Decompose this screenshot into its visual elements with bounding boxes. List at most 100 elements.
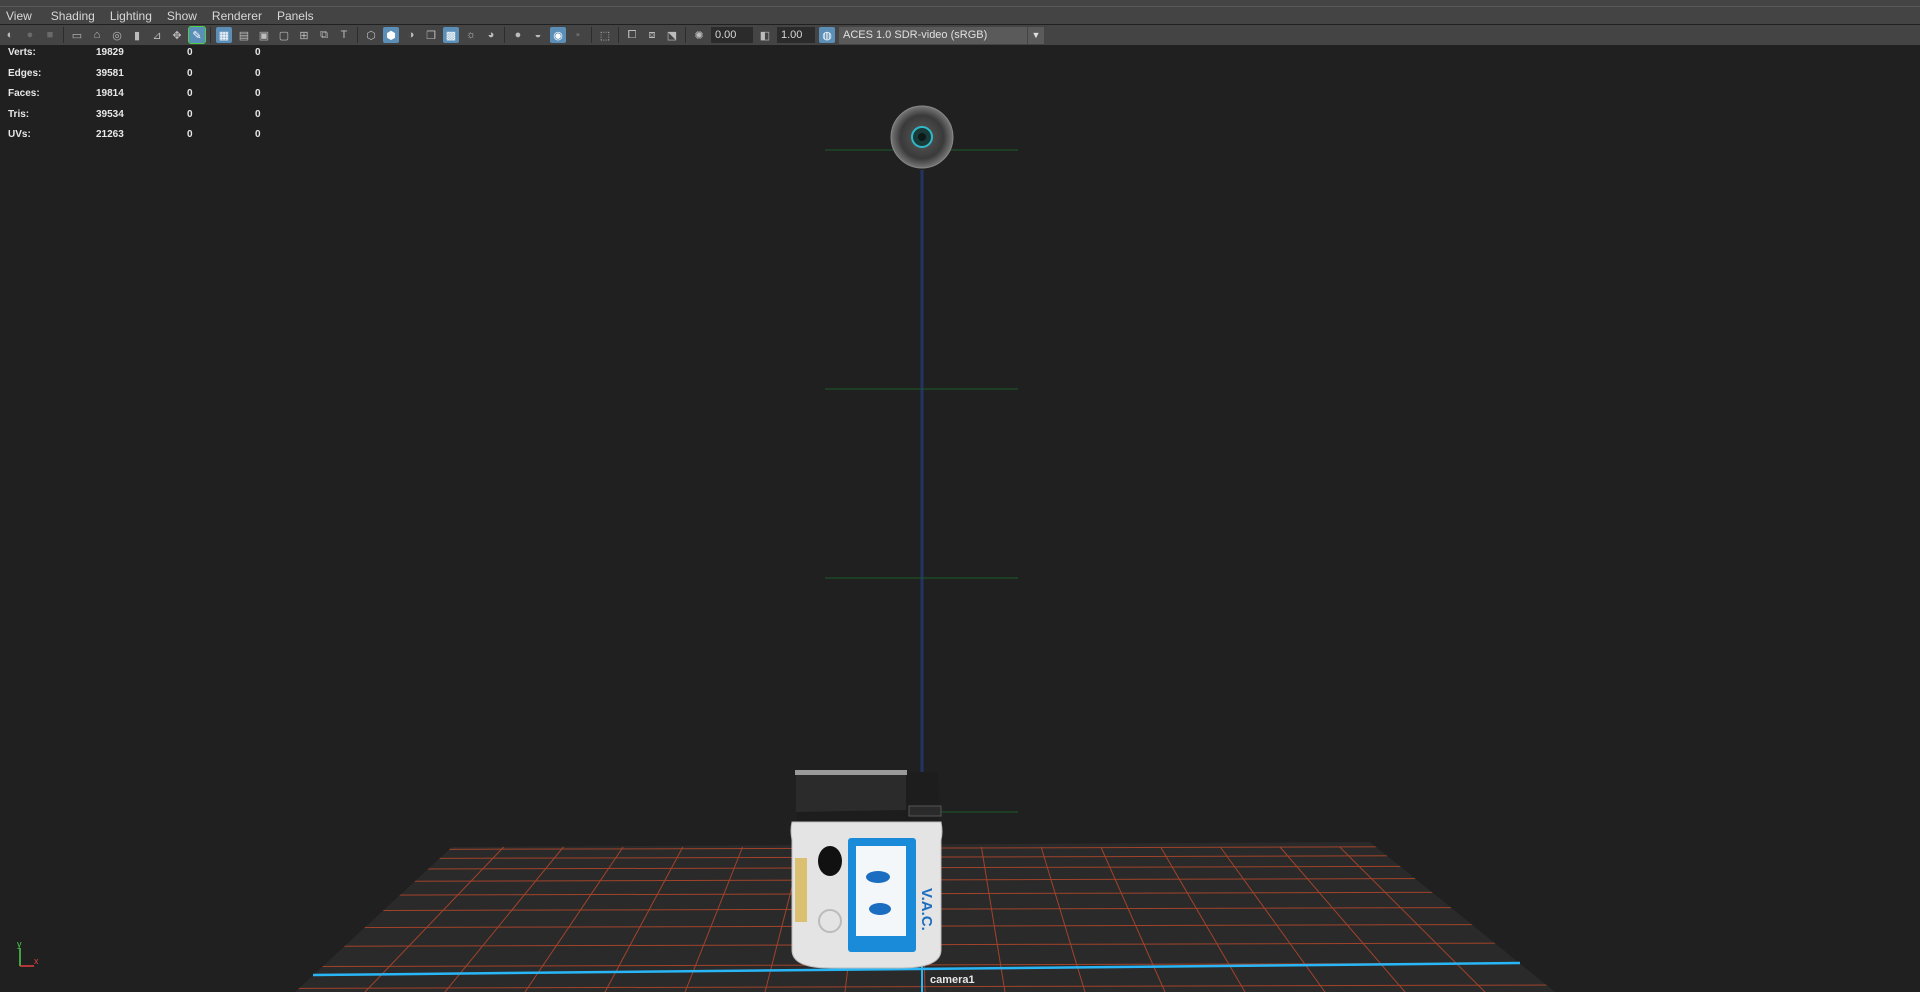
menu-shading[interactable]: Shading — [43, 9, 102, 23]
view-axis-indicator: y x — [17, 940, 39, 967]
grid-line — [1818, 847, 1920, 992]
grid-line — [0, 847, 86, 992]
color-space-dropdown-button[interactable]: ▼ — [1028, 26, 1044, 44]
hud-value: 39534 — [96, 108, 124, 120]
toolbar-separator — [591, 27, 592, 43]
lock-camera-icon[interactable]: ● — [22, 27, 38, 43]
menu-lighting[interactable]: Lighting — [102, 9, 159, 23]
hud-value: 0 — [187, 129, 193, 140]
panel-toolbar: ◐ ● ■ ▭ ⌂ ◎ ▮ ⊿ ✥ ✎ ▦ ▤ ▣ ▢ ⊞ ⧉ T ⬡ ⬢ ◑ … — [0, 25, 1920, 45]
xray-joints-icon[interactable]: ⧈ — [644, 27, 660, 43]
grid-line — [1698, 847, 1920, 992]
poly-count-hud: Verts: 19829 0 0 Edges: 39581 0 0 Faces:… — [8, 47, 268, 150]
camera-name-label: camera1 — [930, 974, 975, 986]
safe-action-icon[interactable]: ⧉ — [316, 27, 332, 43]
gamma-icon[interactable]: ◧ — [757, 27, 773, 43]
smooth-shade-icon[interactable]: ⬢ — [383, 27, 399, 43]
hud-value: 19814 — [96, 88, 124, 99]
hud-value: 0 — [187, 108, 193, 120]
viewport-3d[interactable]: V.A.C. — [0, 46, 1920, 992]
depth-of-field-icon[interactable]: ◉ — [550, 27, 566, 43]
hud-row-faces: Faces: 19814 0 0 — [8, 88, 268, 109]
color-space-select[interactable]: ACES 1.0 SDR-video (sRGB) — [839, 26, 1027, 44]
grid-line — [1638, 847, 1885, 992]
xray-icon[interactable]: ⧠ — [624, 27, 640, 43]
hud-value: 0 — [255, 129, 261, 140]
field-chart-icon[interactable]: ⊞ — [296, 27, 312, 43]
film-gate-icon[interactable]: ▤ — [236, 27, 252, 43]
toolbar-separator — [357, 27, 358, 43]
toolbar-separator — [63, 27, 64, 43]
grid-line — [1518, 846, 1555, 992]
hud-label: Edges: — [8, 67, 42, 79]
motion-blur-icon[interactable]: ▪ — [570, 27, 586, 43]
hud-row-verts: Verts: 19829 0 0 — [8, 47, 268, 68]
hud-value: 0 — [187, 67, 193, 79]
hud-label: UVs: — [8, 129, 31, 140]
hud-value: 0 — [255, 47, 261, 58]
select-camera-icon[interactable]: ◐ — [2, 27, 18, 43]
shadows-icon[interactable]: ◕ — [483, 27, 499, 43]
menu-view[interactable]: View — [0, 9, 39, 23]
bounding-box-icon[interactable]: ❒ — [423, 27, 439, 43]
textured-icon[interactable]: ▩ — [443, 27, 459, 43]
wireframe-icon[interactable]: ⬡ — [363, 27, 379, 43]
menu-panels[interactable]: Panels — [269, 9, 321, 23]
hud-value: 0 — [187, 88, 193, 99]
hud-value: 0 — [255, 88, 261, 99]
color-management-icon[interactable]: ◍ — [819, 27, 835, 43]
vac-device-model[interactable]: V.A.C. — [790, 770, 943, 969]
exposure-field[interactable]: 0.00 — [711, 27, 753, 43]
axis-y-label: y — [17, 940, 22, 949]
window-top-border — [0, 0, 1920, 7]
gate-mask-icon[interactable]: ▢ — [276, 27, 292, 43]
use-lights-icon[interactable]: ☼ — [463, 27, 479, 43]
grid-line — [0, 847, 145, 992]
hud-label: Faces: — [8, 88, 40, 99]
axis-x-label: x — [34, 956, 39, 966]
camera-icon[interactable]: ▭ — [69, 27, 85, 43]
camera-attributes-icon[interactable]: ■ — [42, 27, 58, 43]
flat-shade-icon[interactable]: ◑ — [403, 27, 419, 43]
ambient-occlusion-icon[interactable]: ● — [510, 27, 526, 43]
toolbar-separator — [504, 27, 505, 43]
bookmark-icon[interactable]: ▮ — [129, 27, 145, 43]
exposure-icon[interactable]: ✺ — [691, 27, 707, 43]
grid-icon[interactable]: ▦ — [216, 27, 232, 43]
grid-line — [1877, 847, 1920, 992]
xray-components-icon[interactable]: ⬔ — [664, 27, 680, 43]
resolution-gate-icon[interactable]: ▣ — [256, 27, 272, 43]
hud-label: Tris: — [8, 108, 30, 120]
toolbar-separator — [685, 27, 686, 43]
hud-value: 0 — [255, 67, 261, 79]
device-label: V.A.C. — [918, 888, 935, 931]
2d-pan-zoom-icon[interactable]: ✥ — [169, 27, 185, 43]
color-space-value: ACES 1.0 SDR-video (sRGB) — [843, 28, 988, 41]
hud-row-tris: Tris: 39534 0 0 — [8, 109, 268, 130]
grid-line — [295, 846, 325, 992]
toolbar-separator — [210, 27, 211, 43]
grid-line — [0, 847, 205, 992]
grid-line — [1579, 847, 1805, 992]
vertical-pole[interactable] — [825, 149, 1018, 813]
grease-pencil-icon[interactable]: ✎ — [188, 26, 206, 44]
camera-tumble-icon[interactable]: ⌂ — [89, 27, 105, 43]
grid-line — [0, 847, 26, 992]
hud-value: 19829 — [96, 47, 124, 58]
hud-value: 0 — [255, 108, 261, 120]
grid-line — [45, 847, 265, 992]
grid-line — [1758, 847, 1920, 992]
camera-track-icon[interactable]: ◎ — [109, 27, 125, 43]
isolate-select-icon[interactable]: ⬚ — [597, 27, 613, 43]
camera-light-sphere[interactable] — [890, 105, 954, 169]
menu-renderer[interactable]: Renderer — [204, 9, 269, 23]
floor-grid — [0, 842, 1920, 992]
antialiasing-icon[interactable]: ◒ — [530, 27, 546, 43]
safe-title-icon[interactable]: T — [336, 27, 352, 43]
image-plane-icon[interactable]: ⊿ — [149, 27, 165, 43]
hud-value: 21263 — [96, 129, 124, 140]
gamma-field[interactable]: 1.00 — [777, 27, 815, 43]
hud-label: Verts: — [8, 47, 36, 58]
menu-show[interactable]: Show — [159, 9, 204, 23]
hud-value: 0 — [187, 47, 193, 58]
